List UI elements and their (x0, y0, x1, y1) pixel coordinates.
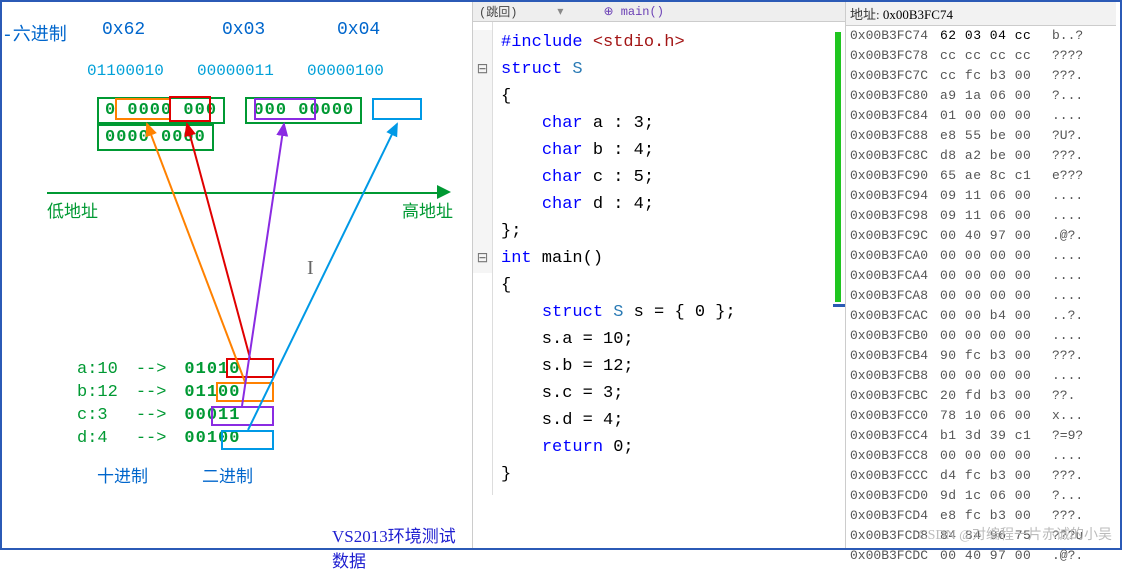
memory-row[interactable]: 0x00B3FCAC00 00 b4 00..?. (846, 306, 1116, 326)
memory-row[interactable]: 0x00B3FCD4e8 fc b3 00???. (846, 506, 1116, 526)
memory-row[interactable]: 0x00B3FCC078 10 06 00x... (846, 406, 1116, 426)
memory-addr-label: 地址: (850, 7, 880, 22)
change-indicator (835, 32, 841, 302)
code-nav-bar[interactable]: (跳回) ▾ ⊕ main() (473, 2, 845, 22)
bin-2: 00000100 (307, 62, 384, 80)
memory-row[interactable]: 0x00B3FC78cc cc cc cc???? (846, 46, 1116, 66)
binary-label: 二进制 (202, 462, 253, 487)
fold-gutter[interactable]: ⊟ ⊟ (473, 22, 493, 495)
memory-row[interactable]: 0x00B3FC88e8 55 be 00?U?. (846, 126, 1116, 146)
current-line-marker (833, 304, 845, 307)
fold-icon: ⊟ (473, 57, 492, 84)
memory-row[interactable]: 0x00B3FC8401 00 00 00.... (846, 106, 1116, 126)
byte-box-0: 0 0000 000 (97, 97, 225, 124)
hex-1: 0x03 (222, 20, 265, 40)
memory-row[interactable]: 0x00B3FC7462 03 04 ccb..? (846, 26, 1116, 46)
memory-row[interactable]: 0x00B3FC80a9 1a 06 00?... (846, 86, 1116, 106)
hex-2: 0x04 (337, 20, 380, 40)
memory-panel: 地址: 0x00B3FC74 0x00B3FC7462 03 04 ccb..?… (846, 2, 1116, 548)
memory-row[interactable]: 0x00B3FCBC20 fd b3 00 ??. (846, 386, 1116, 406)
memory-row[interactable]: 0x00B3FCC4b1 3d 39 c1?=9? (846, 426, 1116, 446)
memory-row[interactable]: 0x00B3FCB490 fc b3 00???. (846, 346, 1116, 366)
memory-row[interactable]: 0x00B3FCB000 00 00 00.... (846, 326, 1116, 346)
memory-rows[interactable]: 0x00B3FC7462 03 04 ccb..?0x00B3FC78cc cc… (846, 26, 1116, 566)
memory-row[interactable]: 0x00B3FC8Cd8 a2 be 00???. (846, 146, 1116, 166)
memory-row[interactable]: 0x00B3FC9C00 40 97 00.@?. (846, 226, 1116, 246)
memory-row[interactable]: 0x00B3FC9409 11 06 00.... (846, 186, 1116, 206)
byte-box-1: 000 00000 (245, 97, 362, 124)
memory-row[interactable]: 0x00B3FCA400 00 00 00.... (846, 266, 1116, 286)
watermark: CSDN @对编程一片赤诚的小吴 (918, 524, 1112, 544)
bin-0: 01100010 (87, 62, 164, 80)
memory-row[interactable]: 0x00B3FCA800 00 00 00.... (846, 286, 1116, 306)
env-footer: VS2013环境测试数据 (332, 522, 472, 572)
memory-row[interactable]: 0x00B3FCA000 00 00 00.... (846, 246, 1116, 266)
decimal-label: 十进制 (97, 462, 148, 487)
memory-row[interactable]: 0x00B3FCC800 00 00 00.... (846, 446, 1116, 466)
hex-0: 0x62 (102, 20, 145, 40)
axis-low-label: 低地址 (47, 197, 98, 222)
scope-dropdown[interactable]: (跳回) (479, 3, 517, 20)
code-panel: (跳回) ▾ ⊕ main() ⊟ ⊟ #include <stdio.h> s… (472, 2, 846, 548)
bin-1: 00000011 (197, 62, 274, 80)
byte-box-2: 0000 0000 (97, 124, 214, 151)
code-editor[interactable]: #include <stdio.h> struct S { char a : 3… (493, 22, 744, 495)
memory-addr-input[interactable]: 0x00B3FC74 (883, 7, 953, 22)
memory-header[interactable]: 地址: 0x00B3FC74 (846, 2, 1116, 26)
fold-icon: ⊟ (473, 246, 492, 273)
axis-high-label: 高地址 (402, 197, 453, 222)
memory-axis (47, 192, 442, 194)
assignment-table: a:10-->01010 b:12-->01100 c:3-->00011 d:… (67, 357, 250, 451)
memory-row[interactable]: 0x00B3FCCCd4 fc b3 00???. (846, 466, 1116, 486)
text-cursor-icon: I (307, 257, 314, 280)
function-dropdown[interactable]: ⊕ main() (603, 4, 663, 19)
memory-row[interactable]: 0x00B3FCDC00 40 97 00.@?. (846, 546, 1116, 566)
memory-row[interactable]: 0x00B3FCB800 00 00 00.... (846, 366, 1116, 386)
memory-row[interactable]: 0x00B3FC7Ccc fc b3 00???. (846, 66, 1116, 86)
radix-hex-label: -六进制 (2, 20, 67, 46)
memory-row[interactable]: 0x00B3FC9065 ae 8c c1e??? (846, 166, 1116, 186)
memory-row[interactable]: 0x00B3FCD09d 1c 06 00?... (846, 486, 1116, 506)
memory-row[interactable]: 0x00B3FC9809 11 06 00.... (846, 206, 1116, 226)
diagram-panel: -六进制 0x62 0x03 0x04 01100010 00000011 00… (2, 2, 472, 548)
